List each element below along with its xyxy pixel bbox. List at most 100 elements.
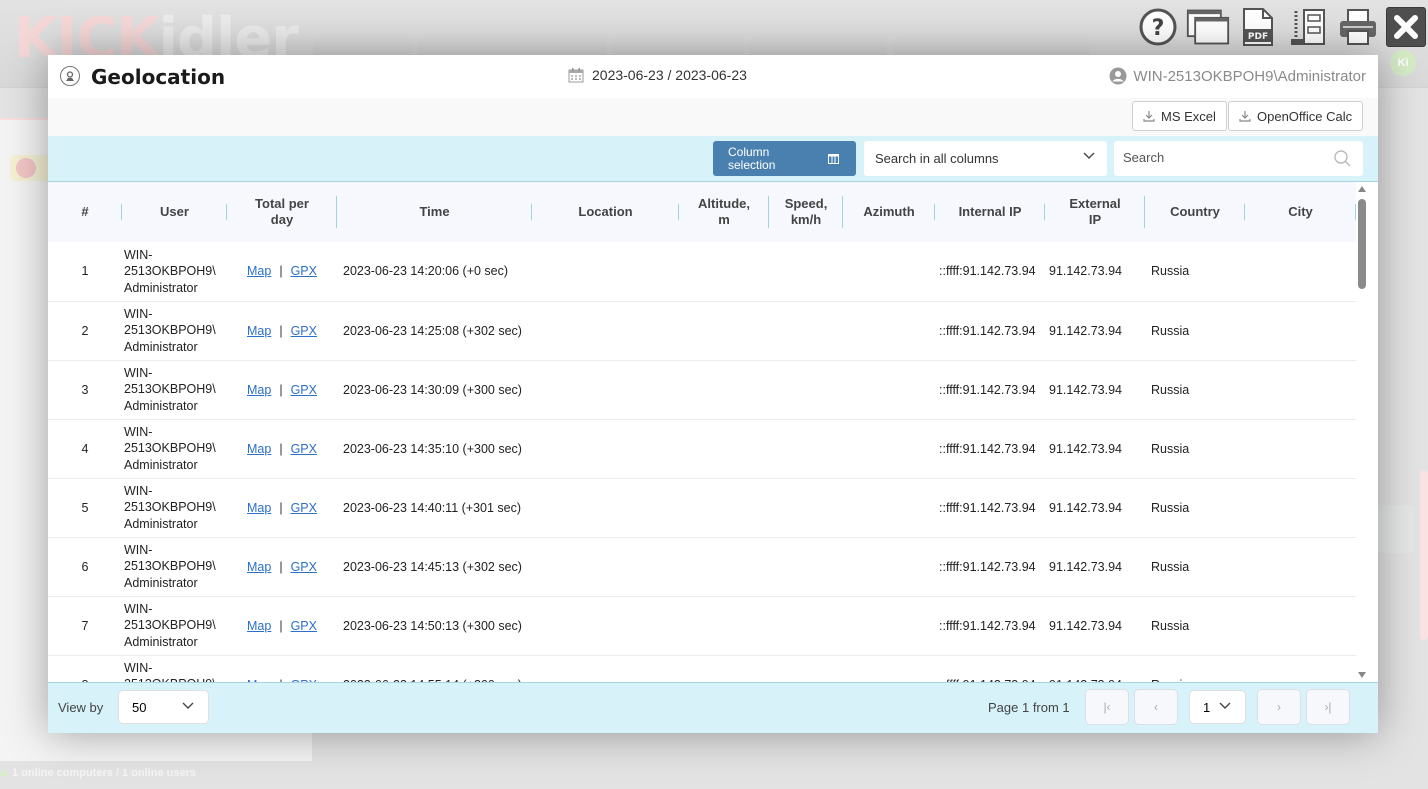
archive-icon [1291,9,1325,45]
map-link[interactable]: Map [247,619,271,633]
column-resize-handle[interactable] [1355,204,1356,220]
row-total-per-day: Map|GPX [227,655,337,682]
row-location [532,419,679,479]
last-page-button[interactable]: ›| [1306,689,1350,725]
help-icon: ? [1139,8,1177,46]
row-user-line: WIN- [124,365,153,380]
close-icon [1394,15,1418,39]
row-user-line: Administrator [124,457,198,472]
gpx-link[interactable]: GPX [291,383,317,397]
table-row[interactable]: 6 WIN- 2513OKBPOH9\ Administrator Map | GPX 202… [48,537,1356,597]
view-by-select[interactable]: 50 [118,690,209,724]
column-header-user[interactable]: User [122,182,227,242]
pdf-export-button[interactable]: PDF [1236,5,1280,49]
openoffice-calc-export-button[interactable]: OpenOffice Calc [1228,101,1364,131]
row-number: 8 [48,655,122,682]
row-azimuth [843,478,935,538]
row-altitude [679,419,769,479]
table-row[interactable]: 1 WIN- 2513OKBPOH9\ Administrator Map | GPX 202… [48,242,1356,302]
previous-page-button[interactable]: ‹ [1134,689,1178,725]
column-header-num[interactable]: # [48,182,122,242]
row-internal-ip: ::ffff:91.142.73.94 [935,242,1045,302]
column-header-city[interactable]: City [1245,182,1356,242]
user-icon [1109,67,1127,85]
row-user: WIN- 2513OKBPOH9\Administrator [122,419,227,479]
next-page-icon: › [1277,700,1281,714]
gpx-link[interactable]: GPX [291,264,317,278]
next-page-button[interactable]: › [1257,689,1301,725]
row-external-ip: 91.142.73.94 [1045,596,1145,656]
print-icon [1340,9,1376,45]
archive-button[interactable] [1286,5,1330,49]
map-link[interactable]: Map [247,560,271,574]
search-scope-select[interactable]: Search in all columns [864,141,1107,176]
first-page-button[interactable]: |‹ [1085,689,1129,725]
row-city [1245,301,1356,361]
scrollbar-thumb[interactable] [1358,199,1366,289]
row-total-per-day: Map|GPX [227,301,337,361]
gpx-link[interactable]: GPX [291,560,317,574]
column-header-speed[interactable]: Speed, km/h [769,182,843,242]
row-number: 1 [48,242,122,302]
gpx-link[interactable]: GPX [291,619,317,633]
column-selection-button[interactable]: Column selection [713,141,856,176]
table-row[interactable]: 2 WIN- 2513OKBPOH9\ Administrator Map | GPX 202… [48,301,1356,361]
scroll-up-arrow-icon[interactable] [1358,186,1366,192]
gpx-link[interactable]: GPX [291,501,317,515]
search-icon[interactable] [1334,150,1351,167]
print-button[interactable] [1336,5,1380,49]
help-button[interactable]: ? [1136,5,1180,49]
date-range-text: 2023-06-23 / 2023-06-23 [592,67,747,83]
table-row[interactable]: 8WIN-2513OKBPOH9\AdministratorMap|GPX202… [48,655,1356,682]
ms-excel-export-button[interactable]: MS Excel [1132,101,1227,131]
column-header-azimuth[interactable]: Azimuth [843,182,935,242]
row-city [1245,596,1356,656]
column-header-label: IP [1088,212,1102,227]
map-link[interactable]: Map [247,264,271,278]
table-row[interactable]: 3 WIN- 2513OKBPOH9\ Administrator Map | GPX 202… [48,360,1356,420]
row-city [1245,478,1356,538]
row-total-per-day: Map|GPX [227,242,337,302]
gpx-link[interactable]: GPX [291,324,317,338]
vertical-scrollbar[interactable] [1357,186,1368,678]
column-header-total-per-day[interactable]: Total per day [227,182,337,242]
row-country: Russia [1145,301,1245,361]
map-link[interactable]: Map [247,383,271,397]
column-header-location[interactable]: Location [532,182,679,242]
row-country: Russia [1145,478,1245,538]
close-button[interactable] [1386,7,1426,47]
table-row[interactable]: 4 WIN- 2513OKBPOH9\ Administrator Map | GPX 202… [48,419,1356,479]
background-right-bar [1420,470,1428,640]
column-header-time[interactable]: Time [337,182,532,242]
row-user-line: Administrator [124,634,198,649]
table-row[interactable]: 7 WIN- 2513OKBPOH9\ Administrator Map | GPX 202… [48,596,1356,656]
column-header-altitude[interactable]: Altitude, m [679,182,769,242]
page-select[interactable]: 1 [1189,690,1246,724]
column-header-external-ip[interactable]: External IP [1045,182,1145,242]
map-link[interactable]: Map [247,501,271,515]
gpx-link[interactable]: GPX [291,442,317,456]
search-input[interactable] [1114,141,1314,174]
row-speed [769,655,843,682]
map-link[interactable]: Map [247,442,271,456]
row-altitude [679,596,769,656]
row-city [1245,537,1356,597]
row-user: WIN- 2513OKBPOH9\Administrator [122,301,227,361]
row-user-line: Administrator [124,516,198,531]
scroll-down-arrow-icon[interactable] [1358,672,1366,678]
table-body: 1 WIN- 2513OKBPOH9\ Administrator Map | GPX 202… [48,242,1356,682]
link-separator: | [279,382,283,397]
row-internal-ip: ::ffff:91.142.73.94 [935,537,1045,597]
modal-user-name: WIN-2513OKBPOH9\Administrator [1133,67,1366,85]
column-header-internal-ip[interactable]: Internal IP [935,182,1045,242]
date-range: 2023-06-23 / 2023-06-23 [568,67,747,83]
map-link[interactable]: Map [247,324,271,338]
row-altitude [679,537,769,597]
row-time: 2023-06-23 14:45:13 (+302 sec) [337,537,532,597]
column-header-country[interactable]: Country [1145,182,1245,242]
row-country: Russia [1145,419,1245,479]
windows-button[interactable] [1186,5,1230,49]
row-location [532,360,679,420]
row-location [532,537,679,597]
table-row[interactable]: 5 WIN- 2513OKBPOH9\ Administrator Map | GPX 202… [48,478,1356,538]
